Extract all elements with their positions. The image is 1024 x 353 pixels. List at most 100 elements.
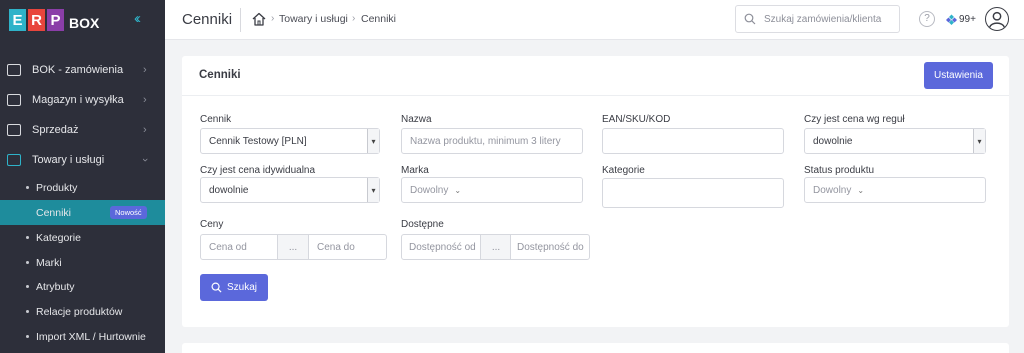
settings-button[interactable]: Ustawienia (924, 62, 993, 89)
sidebar-subitem-label: Import XML / Hurtownie (36, 330, 146, 343)
cart-icon (7, 124, 21, 136)
collapse-sidebar-icon[interactable]: ‹‹ (134, 10, 141, 27)
field-label-kategorie: Kategorie (602, 165, 645, 176)
notification-count: 99+ (959, 13, 976, 25)
products-icon (7, 154, 21, 166)
sidebar-item-sprzedaz[interactable]: Sprzedaż › (0, 115, 165, 145)
status-dropdown[interactable]: Dowolny ⌄ (804, 177, 986, 203)
field-label-marka: Marka (401, 165, 429, 176)
brand-dropdown[interactable]: Dowolny ⌄ (401, 177, 583, 203)
chevron-down-icon: ▾ (973, 129, 985, 153)
field-label-status: Status produktu (804, 165, 875, 176)
sidebar-subitem-label: Produkty (36, 181, 78, 194)
notifications[interactable]: 99+ (946, 10, 976, 28)
chevron-right-icon: › (143, 64, 147, 76)
warehouse-icon (7, 94, 21, 106)
top-bar: Cenniki › Towary i usługi › Cenniki ? 99… (165, 0, 1024, 40)
home-icon[interactable] (251, 11, 267, 27)
rule-price-select[interactable]: dowolnie ▾ (804, 128, 986, 154)
results-card (182, 343, 1009, 353)
breadcrumb-item-cenniki: Cenniki (361, 13, 397, 25)
search-button-label: Szukaj (226, 282, 257, 293)
categories-input[interactable] (602, 178, 784, 208)
card-header: Cenniki Ustawienia (182, 56, 1009, 96)
chevron-right-icon: › (143, 94, 147, 106)
page-title: Cenniki (182, 11, 233, 28)
chevron-down-icon: ▾ (367, 129, 379, 153)
bullet-icon (26, 285, 29, 288)
range-separator: ... (278, 234, 308, 260)
search-icon (744, 13, 756, 25)
sidebar-subitem-label: Relacje produktów (36, 305, 123, 318)
range-separator: ... (481, 234, 511, 260)
bullet-icon (26, 186, 29, 189)
field-label-indywidualna: Czy jest cena idywidualna (200, 165, 316, 176)
new-badge: Nowość (110, 206, 147, 219)
logo-suffix: BOX (69, 15, 100, 31)
individual-price-select[interactable]: dowolnie ▾ (200, 177, 380, 203)
breadcrumb-separator: › (352, 13, 356, 24)
breadcrumb-item-towary[interactable]: Towary i usługi (279, 13, 348, 25)
bullet-icon (26, 236, 29, 239)
chevron-down-icon: ⌄ (454, 185, 462, 195)
filters-card: Cenniki Ustawienia Cennik Cennik Testowy… (182, 56, 1009, 327)
logo-letter-e: E (9, 9, 26, 31)
sidebar-subitem-atrybuty[interactable]: Atrybuty (0, 274, 165, 299)
breadcrumb-separator: › (271, 13, 275, 24)
chevron-right-icon: › (143, 124, 147, 136)
field-label-nazwa: Nazwa (401, 114, 432, 125)
sidebar-item-label: Towary i usługi (32, 154, 105, 166)
search-icon (211, 282, 222, 293)
price-to-input[interactable]: Cena do (308, 234, 387, 260)
field-label-ceny: Ceny (200, 219, 224, 230)
availability-to-input[interactable]: Dostępność do (510, 234, 590, 260)
user-avatar-icon[interactable] (985, 7, 1009, 31)
logo-letter-r: R (28, 9, 45, 31)
sidebar-subitem-label: Atrybuty (36, 280, 75, 293)
field-label-cennik: Cennik (200, 114, 232, 125)
select-value: dowolnie (209, 184, 249, 196)
cennik-select[interactable]: Cennik Testowy [PLN] ▾ (200, 128, 380, 154)
sidebar-subitem-label: Marki (36, 256, 62, 269)
select-value: dowolnie (813, 135, 853, 147)
dropdown-value: Dowolny (410, 184, 449, 196)
sidebar-item-bok[interactable]: BOK - zamówienia › (0, 55, 165, 85)
sidebar-item-label: BOK - zamówienia (32, 64, 124, 76)
sidebar-item-towary[interactable]: Towary i usługi › (0, 145, 165, 175)
availability-from-input[interactable]: Dostępność od (401, 234, 481, 260)
sidebar-subitem-import[interactable]: Import XML / Hurtownie (0, 324, 165, 349)
sidebar: E R P BOX ‹‹ BOK - zamówienia › Magazyn … (0, 0, 165, 353)
logo-letter-p: P (47, 9, 64, 31)
field-label-ean: EAN/SKU/KOD (602, 114, 671, 125)
search-button[interactable]: Szukaj (200, 274, 268, 301)
bullet-icon (26, 310, 29, 313)
dropdown-value: Dowolny (813, 184, 852, 196)
card-title: Cenniki (199, 69, 241, 81)
ean-input[interactable] (602, 128, 784, 154)
select-value: Cennik Testowy [PLN] (209, 135, 307, 147)
inbox-icon (7, 64, 21, 76)
sidebar-subitem-cenniki[interactable]: Cenniki Nowość (0, 200, 165, 225)
chevron-down-icon: ⌄ (857, 185, 865, 195)
logo[interactable]: E R P BOX (0, 0, 165, 40)
bullet-icon (26, 261, 29, 264)
global-search-input[interactable] (764, 11, 894, 27)
divider (240, 8, 241, 32)
sidebar-subitem-kategorie[interactable]: Kategorie (0, 225, 165, 250)
sidebar-subitem-label: Kategorie (36, 231, 81, 244)
price-from-input[interactable]: Cena od (200, 234, 278, 260)
sidebar-item-label: Sprzedaż (32, 124, 79, 136)
name-input[interactable]: Nazwa produktu, minimum 3 litery (401, 128, 583, 154)
chevron-down-icon: ▾ (367, 178, 379, 202)
apps-icon (946, 14, 957, 25)
sidebar-subitem-produkty[interactable]: Produkty (0, 175, 165, 200)
help-icon[interactable]: ? (919, 11, 935, 27)
sidebar-item-label: Magazyn i wysyłka (32, 94, 124, 106)
field-label-dostepne: Dostępne (401, 219, 444, 230)
sidebar-subitem-marki[interactable]: Marki (0, 250, 165, 275)
sidebar-subitem-label: Cenniki (36, 206, 72, 219)
sidebar-item-magazyn[interactable]: Magazyn i wysyłka › (0, 85, 165, 115)
bullet-icon (26, 211, 29, 214)
global-search[interactable] (735, 5, 900, 33)
sidebar-subitem-relacje[interactable]: Relacje produktów (0, 299, 165, 324)
